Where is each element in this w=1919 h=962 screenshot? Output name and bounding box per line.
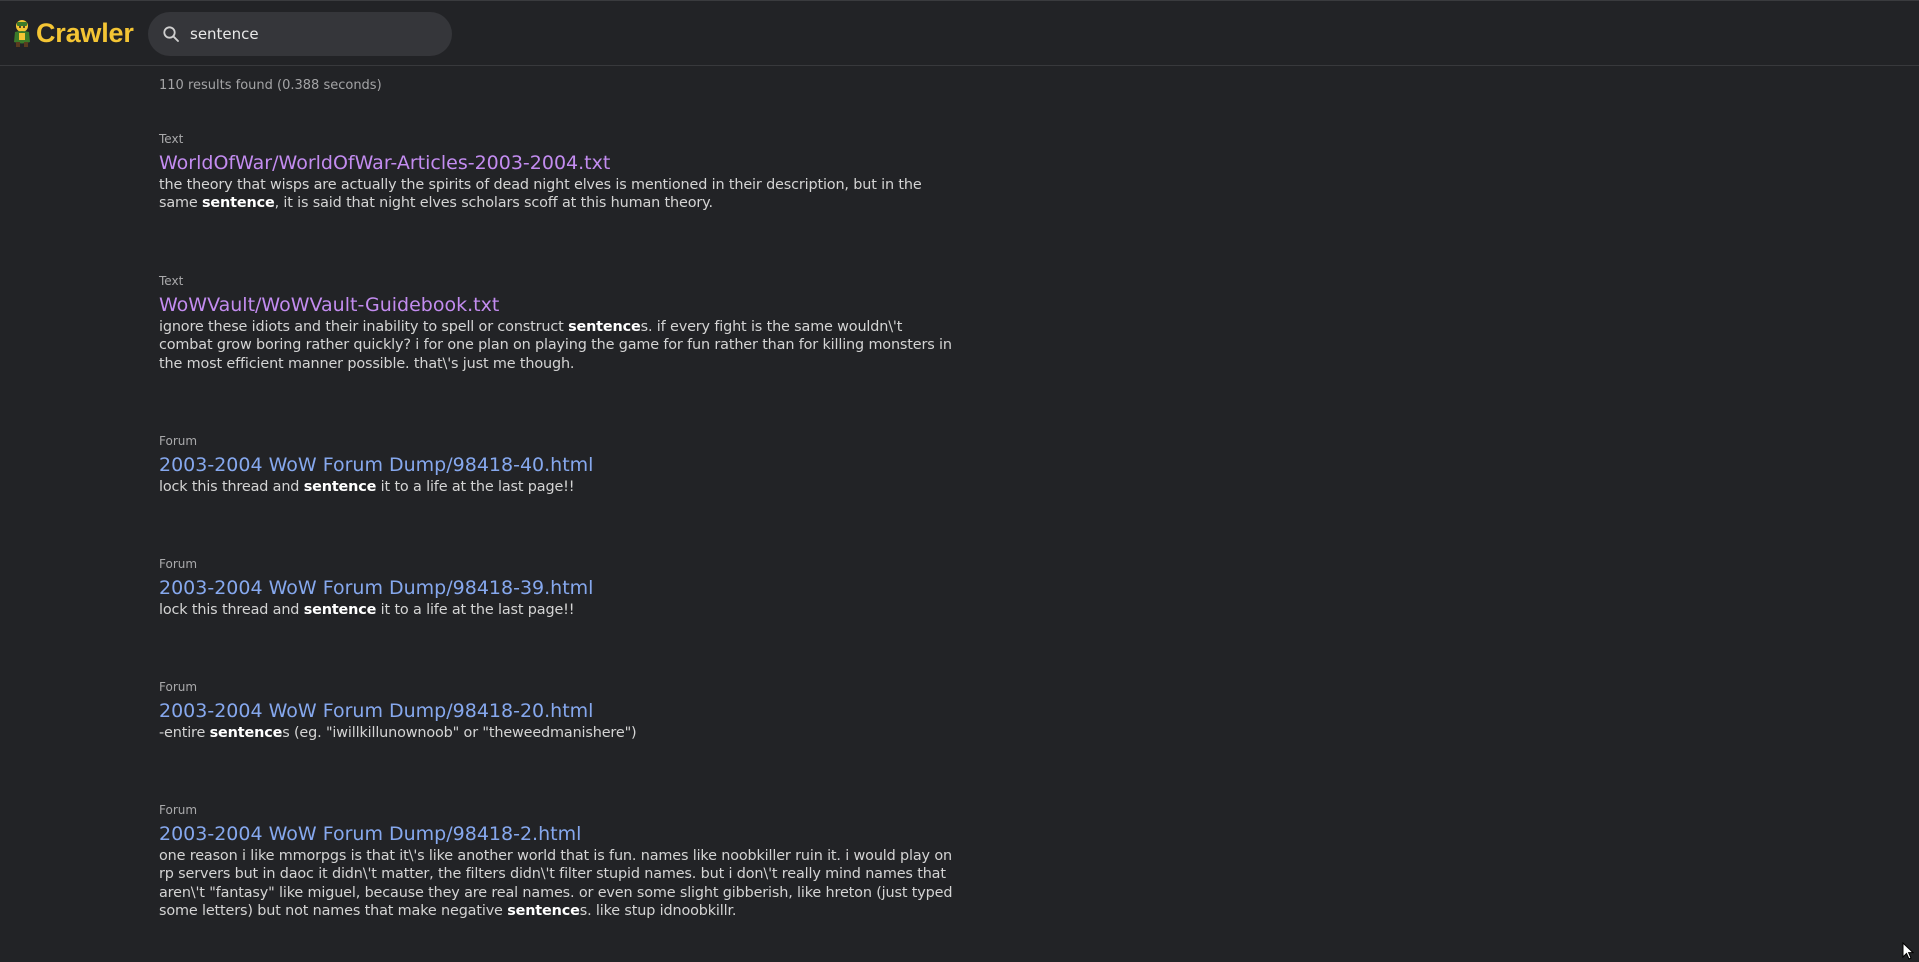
result-title-link[interactable]: 2003-2004 WoW Forum Dump/98418-2.html [159,822,959,846]
search-bar[interactable] [148,12,452,56]
mouse-cursor-icon [1902,942,1914,960]
result-type-label: Forum [159,434,198,448]
top-bar: Crawler [0,0,1919,66]
result-title-link[interactable]: 2003-2004 WoW Forum Dump/98418-39.html [159,576,959,600]
highlighted-term: sentence [209,725,283,741]
result-snippet: lock this thread and sentence it to a li… [159,602,575,618]
highlighted-term: sentence [507,903,580,920]
result-snippet: lock this thread and sentence it to a li… [159,479,575,495]
result-item: Forum 2003-2004 WoW Forum Dump/98418-40.… [159,434,959,496]
result-item: Forum 2003-2004 WoW Forum Dump/98418-20.… [159,680,959,742]
result-snippet: one reason i like mmorpgs is that it\'s … [159,848,953,920]
result-type-label: Forum [159,680,198,694]
result-snippet: the theory that wisps are actually the s… [159,177,922,212]
result-item: Forum 2003-2004 WoW Forum Dump/98418-2.h… [159,803,959,921]
search-input[interactable] [190,12,440,56]
result-title-link[interactable]: WorldOfWar/WorldOfWar-Articles-2003-2004… [159,151,959,175]
result-type-label: Text [159,132,184,146]
result-type-label: Text [159,274,184,288]
result-item: Forum 2003-2004 WoW Forum Dump/98418-39.… [159,557,959,619]
result-title-link[interactable]: 2003-2004 WoW Forum Dump/98418-20.html [159,699,959,723]
highlighted-term: sentence [202,195,275,212]
app-name: Crawler [36,17,134,48]
result-snippet: ignore these idiots and their inability … [159,319,952,372]
result-snippet: -entire sentences (eg. "iwillkillunownoo… [159,725,637,741]
highlighted-term: sentence [303,602,377,618]
highlighted-term: sentence [303,479,377,495]
highlighted-term: sentence [568,319,641,335]
app-logo[interactable]: Crawler [11,15,134,51]
result-title-link[interactable]: WoWVault/WoWVault-Guidebook.txt [159,293,959,317]
result-title-link[interactable]: 2003-2004 WoW Forum Dump/98418-40.html [159,453,959,477]
result-type-label: Forum [159,803,198,817]
result-item: Text WoWVault/WoWVault-Guidebook.txt ign… [159,274,959,373]
search-icon [163,26,179,42]
results-stats: 110 results found (0.388 seconds) [159,78,382,93]
crawler-mascot-icon [14,20,30,47]
result-type-label: Forum [159,557,198,571]
result-item: Text WorldOfWar/WorldOfWar-Articles-2003… [159,132,959,213]
